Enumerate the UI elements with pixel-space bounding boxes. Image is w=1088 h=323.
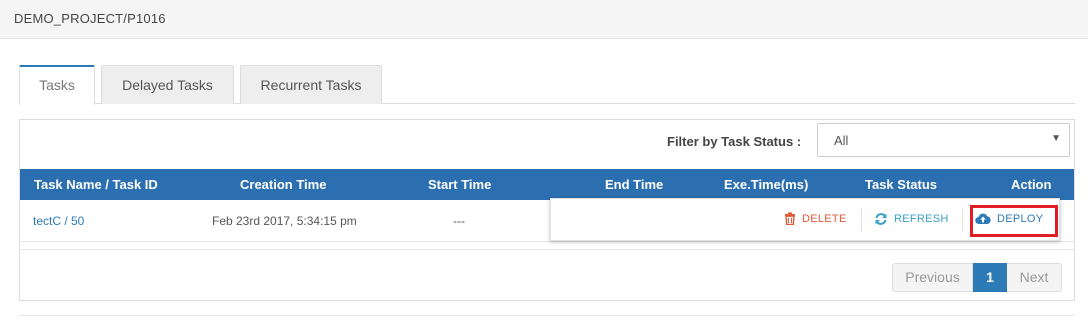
action-divider — [962, 209, 963, 231]
filter-label: Filter by Task Status : — [667, 134, 802, 149]
page-1-button[interactable]: 1 — [973, 263, 1007, 292]
column-header-task-status[interactable]: Task Status — [865, 177, 937, 192]
filter-selected-value: All — [834, 133, 849, 148]
trash-icon — [785, 212, 795, 225]
action-divider — [861, 209, 862, 231]
tab-bar: Tasks Delayed Tasks Recurrent Tasks — [19, 64, 1075, 105]
delete-button[interactable]: DELETE — [784, 212, 847, 225]
next-page-button[interactable]: Next — [1007, 263, 1062, 292]
tab-delayed-tasks[interactable]: Delayed Tasks — [101, 65, 234, 104]
top-bar: DEMO_PROJECT/P1016 — [0, 0, 1088, 39]
bottom-divider — [19, 315, 1075, 316]
column-header-action: Action — [1011, 177, 1052, 192]
breadcrumb[interactable]: DEMO_PROJECT/P1016 — [14, 11, 166, 26]
row-action-menu: DELETE REFRESH DEPLOY — [550, 198, 1060, 241]
column-header-exe-time[interactable]: Exe.Time(ms) — [724, 177, 808, 192]
column-header-task-name[interactable]: Task Name / Task ID — [34, 177, 158, 192]
task-name-link[interactable]: tectC / 50 — [33, 214, 84, 228]
pagination: Previous 1 Next — [892, 263, 1062, 292]
tasks-panel: Filter by Task Status : All ▼ Task Name … — [19, 119, 1075, 301]
tab-recurrent-tasks[interactable]: Recurrent Tasks — [240, 65, 382, 104]
tab-tasks[interactable]: Tasks — [19, 65, 95, 105]
task-status-filter-select[interactable]: All ▼ — [817, 123, 1070, 157]
creation-time-cell: Feb 23rd 2017, 5:34:15 pm — [212, 214, 357, 228]
start-time-cell: --- — [453, 214, 465, 228]
delete-label: DELETE — [802, 212, 847, 225]
refresh-button[interactable]: REFRESH — [874, 212, 949, 226]
column-header-creation-time[interactable]: Creation Time — [240, 177, 326, 192]
panel-divider — [20, 249, 1074, 250]
chevron-down-icon: ▼ — [1051, 133, 1061, 144]
column-header-end-time[interactable]: End Time — [605, 177, 663, 192]
deploy-highlight-box — [970, 205, 1058, 237]
previous-page-button[interactable]: Previous — [892, 263, 973, 292]
column-header-start-time[interactable]: Start Time — [428, 177, 491, 192]
table-header: Task Name / Task ID Creation Time Start … — [20, 169, 1074, 200]
refresh-icon — [875, 213, 887, 225]
refresh-label: REFRESH — [894, 213, 949, 225]
